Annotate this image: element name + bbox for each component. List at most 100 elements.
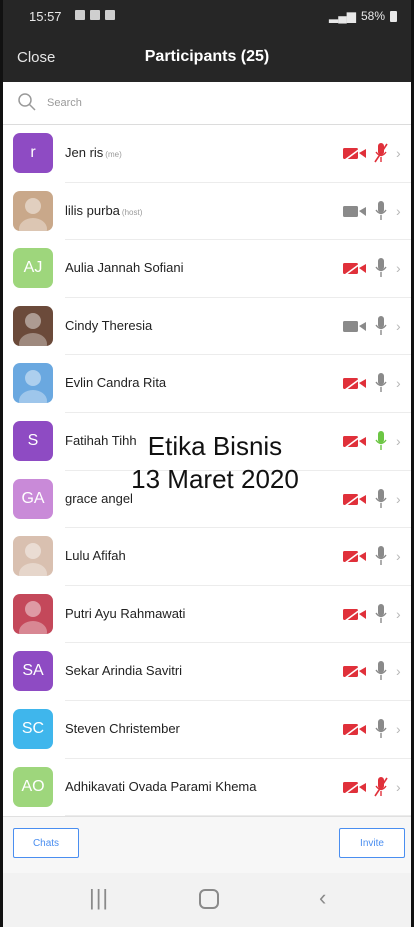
video-off-icon: [343, 548, 366, 564]
participant-avatar: GA: [13, 478, 53, 519]
participant-name: Jen ris (me): [65, 145, 122, 160]
participant-row[interactable]: GA grace angel ›: [3, 470, 411, 529]
participant-avatar: SA: [13, 651, 53, 692]
mic-muted-icon: [374, 776, 388, 796]
participant-name: Fatihah Tihh: [65, 433, 137, 448]
chevron-right-icon: ›: [396, 260, 401, 277]
gallery-icon: [75, 10, 85, 20]
chevron-right-icon: ›: [396, 432, 401, 449]
chevron-right-icon: ›: [396, 145, 401, 161]
chevron-right-icon: ›: [396, 317, 401, 334]
video-off-icon: [343, 721, 366, 737]
message-icon: [105, 10, 115, 20]
chats-button[interactable]: Chats: [13, 828, 79, 858]
mic-icon: [375, 430, 387, 450]
participant-row[interactable]: SA Sekar Arindia Savitri ›: [3, 643, 411, 701]
chevron-right-icon: ›: [396, 663, 401, 680]
participant-name: Putri Ayu Rahmawati: [65, 606, 185, 621]
participant-name-text: Fatihah Tihh: [65, 432, 137, 448]
search-bar: [3, 82, 411, 125]
participant-row[interactable]: Cindy Theresia ›: [3, 297, 411, 356]
participant-avatar: AJ: [13, 248, 53, 289]
participant-name: Evlin Candra Rita: [65, 375, 166, 390]
chevron-right-icon: ›: [396, 605, 401, 622]
chevron-right-icon: ›: [396, 490, 401, 507]
home-icon[interactable]: [199, 889, 219, 909]
video-off-icon: [343, 663, 366, 679]
participant-row[interactable]: Evlin Candra Rita ›: [3, 355, 411, 413]
participant-avatar: S: [13, 420, 53, 461]
participant-name: Cindy Theresia: [65, 318, 152, 333]
participant-name-text: Sekar Arindia Savitri: [65, 663, 183, 679]
status-bar: 15:57 ▂▄▆ 58%: [3, 0, 411, 34]
participant-name-text: Lulu Afifah: [65, 548, 126, 564]
mic-icon: [375, 200, 387, 220]
participant-photo: [13, 190, 53, 231]
participant-row[interactable]: S Fatihah Tihh ›: [3, 412, 411, 471]
back-icon[interactable]: ‹: [319, 885, 326, 911]
mic-icon: [375, 315, 387, 335]
chevron-right-icon: ›: [396, 778, 401, 795]
video-off-icon: [343, 375, 366, 392]
bottom-toolbar: Chats Invite: [3, 816, 411, 873]
mic-icon: [375, 718, 387, 738]
video-on-icon: [343, 320, 366, 332]
participant-row[interactable]: Lulu Afifah ›: [3, 528, 411, 586]
video-off-icon: [343, 433, 366, 449]
video-off-icon: [343, 606, 366, 622]
video-off-icon: [343, 260, 366, 276]
search-icon: [18, 93, 36, 111]
mic-icon: [375, 603, 387, 623]
chevron-right-icon: ›: [396, 720, 401, 737]
mic-icon: [375, 373, 387, 393]
participant-row[interactable]: SC Steven Christember ›: [3, 700, 411, 759]
participant-avatar: r: [13, 133, 53, 173]
participants-header: Close Participants (25): [3, 34, 411, 82]
participant-list: r Jen ris (me) › lilis purba (host) › AJ Aulia J…: [3, 125, 411, 817]
participant-photo: [13, 593, 53, 634]
participant-name: Aulia Jannah Sofiani: [65, 260, 184, 275]
battery-icon: [390, 10, 397, 22]
participant-role-tag: (me): [105, 150, 122, 159]
video-notification-icon: [90, 10, 100, 20]
battery-percent: 58%: [360, 9, 385, 23]
invite-button[interactable]: Invite: [339, 828, 405, 858]
chevron-right-icon: ›: [396, 548, 401, 565]
participant-name-text: Adhikavati Ovada Parami Khema: [65, 778, 257, 794]
participant-avatar: SC: [13, 708, 53, 749]
status-time: 15:57: [29, 9, 62, 24]
participant-name-text: Aulia Jannah Sofiani: [65, 260, 184, 276]
status-right: ▂▄▆ 58%: [329, 9, 397, 23]
mic-muted-icon: [374, 143, 388, 163]
participant-photo: [13, 536, 53, 577]
notification-icons: [75, 10, 115, 20]
android-nav-bar: ||| ‹: [3, 873, 411, 927]
participant-name-text: Jen ris: [65, 145, 104, 160]
participant-row[interactable]: Putri Ayu Rahmawati ›: [3, 585, 411, 644]
participant-name: Lulu Afifah: [65, 548, 126, 563]
search-input[interactable]: [45, 91, 379, 115]
participant-name: Sekar Arindia Savitri: [65, 663, 182, 678]
recents-icon[interactable]: |||: [89, 885, 109, 911]
video-off-icon: [343, 145, 366, 161]
participant-row[interactable]: AJ Aulia Jannah Sofiani ›: [3, 240, 411, 298]
participant-row[interactable]: AO Adhikavati Ovada Parami Khema ›: [3, 758, 411, 817]
participant-name-text: Evlin Candra Rita: [65, 375, 167, 391]
video-off-icon: [343, 490, 366, 507]
page-title: Participants (25): [144, 48, 270, 65]
participant-name-text: Cindy Theresia: [65, 317, 153, 333]
mic-icon: [375, 546, 387, 566]
participant-name-text: Steven Christember: [65, 720, 180, 736]
participant-row[interactable]: r Jen ris (me) ›: [3, 125, 411, 183]
participant-name-text: Putri Ayu Rahmawati: [65, 605, 186, 621]
signal-icon: ▂▄▆: [329, 9, 356, 23]
participant-name: Adhikavati Ovada Parami Khema: [65, 779, 256, 794]
participant-role-tag: (host): [121, 207, 143, 217]
participant-photo: [13, 305, 53, 346]
participant-photo: [13, 363, 53, 404]
participant-name-text: grace angel: [65, 490, 133, 506]
participant-name: lilis purba (host): [65, 203, 142, 218]
chevron-right-icon: ›: [396, 202, 401, 219]
chevron-right-icon: ›: [396, 375, 401, 392]
participant-row[interactable]: lilis purba (host) ›: [3, 182, 411, 241]
